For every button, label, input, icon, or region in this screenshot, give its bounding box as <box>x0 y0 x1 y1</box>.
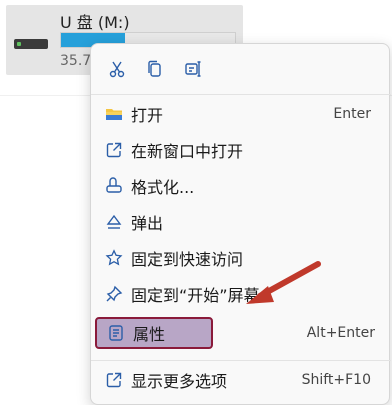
external-window-icon <box>106 142 122 158</box>
more-options-icon <box>106 372 122 388</box>
annotation-arrow <box>246 261 321 304</box>
cut-button[interactable] <box>101 54 133 84</box>
menu-item-shortcut: Alt+Enter <box>306 325 375 341</box>
pin-icon <box>106 285 123 302</box>
menu-item-properties[interactable]: 属性 <box>95 317 213 349</box>
scissors-icon <box>109 61 125 78</box>
menu-item-label: 弹出 <box>131 214 164 233</box>
menu-item-eject[interactable]: 弹出 <box>95 206 385 238</box>
rename-icon <box>185 61 201 77</box>
drive-icon <box>14 39 48 49</box>
menu-item-shortcut: Enter <box>333 106 371 122</box>
drive-name: U 盘 (M:) <box>60 13 130 32</box>
context-menu: 打开 Enter 在新窗口中打开 格式化... 弹出 固定到快速访问 固定到“开… <box>90 43 391 405</box>
properties-icon <box>109 325 123 341</box>
eject-icon <box>106 214 122 229</box>
format-icon <box>106 177 122 193</box>
menu-item-label: 在新窗口中打开 <box>131 142 244 161</box>
copy-button[interactable] <box>139 54 171 84</box>
menu-item-label: 显示更多选项 <box>131 372 228 391</box>
quick-actions-bar <box>101 54 209 84</box>
menu-separator <box>91 94 391 95</box>
menu-item-label: 格式化... <box>131 178 195 197</box>
menu-item-format[interactable]: 格式化... <box>95 170 385 202</box>
menu-item-label: 打开 <box>131 106 164 125</box>
menu-item-shortcut: Shift+F10 <box>301 372 371 388</box>
copy-icon <box>148 60 161 77</box>
menu-separator <box>91 360 391 361</box>
star-icon <box>105 249 123 266</box>
rename-button[interactable] <box>177 54 209 84</box>
menu-item-show-more-options[interactable]: 显示更多选项 Shift+F10 <box>95 364 385 396</box>
folder-icon <box>106 109 122 120</box>
menu-item-label: 属性 <box>133 325 166 344</box>
menu-item-open[interactable]: 打开 Enter <box>95 98 385 130</box>
menu-item-open-new-window[interactable]: 在新窗口中打开 <box>95 134 385 166</box>
drive-free-text: 35.7 <box>60 53 92 69</box>
menu-item-label: 固定到快速访问 <box>131 250 244 269</box>
